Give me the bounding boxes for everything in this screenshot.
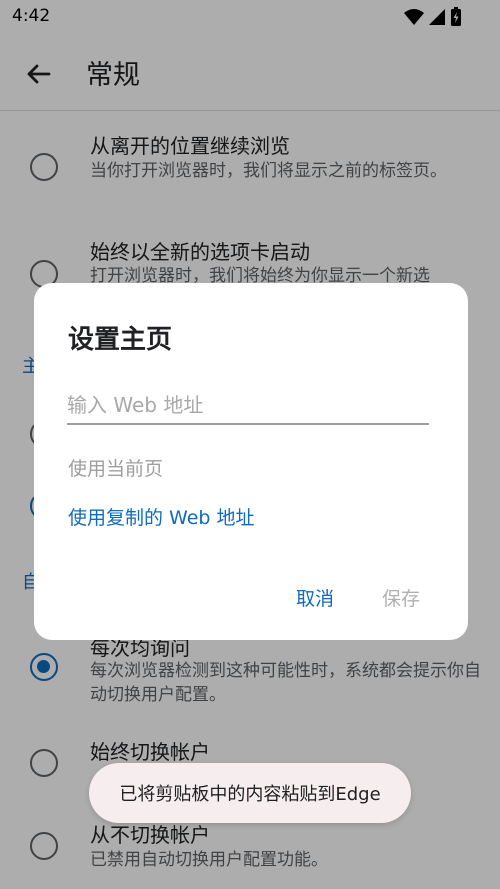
cancel-button[interactable]: 取消	[296, 584, 334, 611]
dialog-title: 设置主页	[68, 325, 173, 355]
set-homepage-dialog: 设置主页 使用当前页 使用复制的 Web 地址 取消 保存	[34, 283, 468, 640]
toast-text: 已将剪贴板中的内容粘贴到Edge	[119, 784, 381, 805]
screen: 4:42 常规 从离开的位置继续浏览 当你打开浏览器时，我们将显示之前的标签页。…	[0, 0, 500, 889]
use-current-page-button[interactable]: 使用当前页	[68, 454, 163, 481]
clipboard-toast: 已将剪贴板中的内容粘贴到Edge	[89, 763, 411, 823]
web-address-input[interactable]	[67, 387, 429, 425]
save-button[interactable]: 保存	[382, 584, 420, 611]
use-copied-address-button[interactable]: 使用复制的 Web 地址	[68, 503, 255, 530]
